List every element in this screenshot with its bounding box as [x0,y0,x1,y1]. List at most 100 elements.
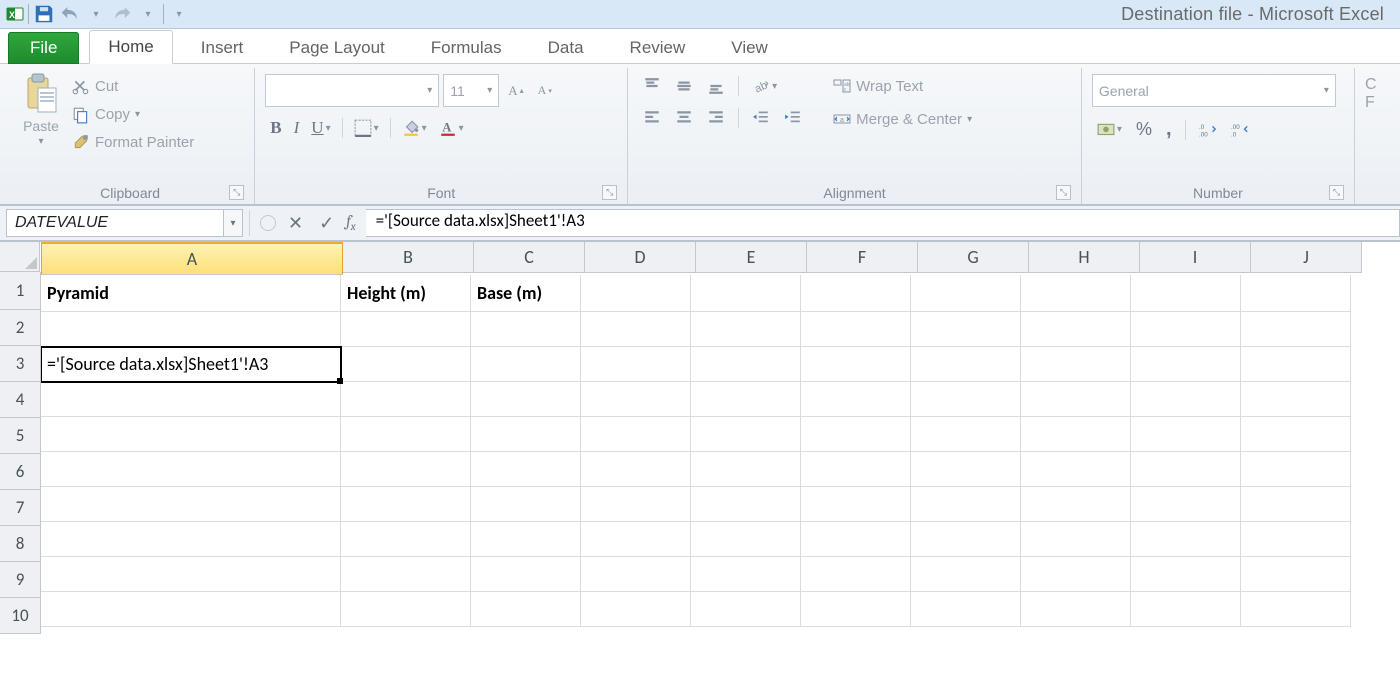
cell-I2[interactable] [1131,312,1241,347]
row-header-1[interactable]: 1 [0,272,41,310]
cell-C7[interactable] [471,487,581,522]
cell-G8[interactable] [911,522,1021,557]
cell-E8[interactable] [691,522,801,557]
cell-C3[interactable] [471,347,581,382]
comma-button[interactable]: , [1161,115,1177,144]
cell-B7[interactable] [341,487,471,522]
tab-review[interactable]: Review [612,32,704,64]
undo-button[interactable] [59,3,81,25]
font-name-selector[interactable]: ▾ [265,74,439,107]
bold-button[interactable]: B [265,115,286,141]
column-header-I[interactable]: I [1140,242,1251,273]
cell-F3[interactable] [801,347,911,382]
merge-center-button[interactable]: a Merge & Center ▾ [833,107,972,132]
cell-E10[interactable] [691,592,801,627]
cancel-formula-button[interactable]: ✕ [284,213,307,234]
percent-button[interactable]: % [1131,116,1157,143]
number-format-selector[interactable]: General▾ [1092,74,1336,107]
cell-D8[interactable] [581,522,691,557]
column-header-C[interactable]: C [474,242,585,273]
cell-D4[interactable] [581,382,691,417]
name-box[interactable]: DATEVALUE [6,209,224,237]
accept-formula-button[interactable]: ✓ [315,213,338,234]
cell-H8[interactable] [1021,522,1131,557]
cut-button[interactable]: Cut [72,74,194,99]
undo-dropdown[interactable]: ▾ [85,3,107,25]
cell-C6[interactable] [471,452,581,487]
cell-C5[interactable] [471,417,581,452]
row-header-2[interactable]: 2 [0,310,41,346]
fx-icon[interactable]: fx [346,212,355,233]
cell-D5[interactable] [581,417,691,452]
cell-F6[interactable] [801,452,911,487]
row-header-4[interactable]: 4 [0,382,41,418]
align-right-button[interactable] [702,106,730,130]
cell-D6[interactable] [581,452,691,487]
orientation-button[interactable]: ab▾ [747,74,782,98]
column-header-B[interactable]: B [343,242,474,273]
cell-I3[interactable] [1131,347,1241,382]
tab-page-layout[interactable]: Page Layout [271,32,402,64]
cell-A2[interactable] [41,312,341,347]
cell-E6[interactable] [691,452,801,487]
cell-A6[interactable] [41,452,341,487]
cell-I7[interactable] [1131,487,1241,522]
save-button[interactable] [33,3,55,25]
worksheet-grid[interactable]: 12345678910 ABCDEFGHIJ PyramidHeight (m)… [0,242,1400,700]
cell-H4[interactable] [1021,382,1131,417]
cell-J1[interactable] [1241,275,1351,312]
underline-button[interactable]: U▾ [306,115,335,141]
cell-B5[interactable] [341,417,471,452]
cell-C10[interactable] [471,592,581,627]
increase-decimal-button[interactable]: .0.00 [1194,118,1222,142]
cell-E1[interactable] [691,275,801,312]
tab-file[interactable]: File [8,32,79,64]
cell-B3[interactable] [341,347,471,382]
cell-I4[interactable] [1131,382,1241,417]
tab-insert[interactable]: Insert [183,32,262,64]
column-header-J[interactable]: J [1251,242,1362,273]
cell-A8[interactable] [41,522,341,557]
select-all-corner[interactable] [0,242,40,272]
cell-H5[interactable] [1021,417,1131,452]
cell-J7[interactable] [1241,487,1351,522]
paste-button[interactable]: Paste ▾ [16,70,66,149]
cell-A4[interactable] [41,382,341,417]
cell-E5[interactable] [691,417,801,452]
tab-view[interactable]: View [713,32,786,64]
column-header-A[interactable]: A [41,242,343,275]
increase-indent-button[interactable] [779,106,807,130]
column-header-E[interactable]: E [696,242,807,273]
cell-A3[interactable]: ='[Source data.xlsx]Sheet1'!A3 [41,347,341,382]
cell-B4[interactable] [341,382,471,417]
cell-B9[interactable] [341,557,471,592]
cell-C9[interactable] [471,557,581,592]
cell-H3[interactable] [1021,347,1131,382]
cell-E7[interactable] [691,487,801,522]
decrease-decimal-button[interactable]: .00.0 [1226,118,1254,142]
cell-F4[interactable] [801,382,911,417]
cell-A7[interactable] [41,487,341,522]
cell-A9[interactable] [41,557,341,592]
italic-button[interactable]: I [289,115,305,141]
increase-font-button[interactable]: A▴ [503,80,528,102]
cell-H9[interactable] [1021,557,1131,592]
align-left-button[interactable] [638,106,666,130]
row-header-5[interactable]: 5 [0,418,41,454]
cell-D3[interactable] [581,347,691,382]
format-painter-button[interactable]: Format Painter [72,130,194,155]
tab-home[interactable]: Home [89,30,172,64]
cell-J9[interactable] [1241,557,1351,592]
cell-D2[interactable] [581,312,691,347]
copy-button[interactable]: Copy ▾ [72,102,194,127]
cell-I6[interactable] [1131,452,1241,487]
cell-A1[interactable]: Pyramid [41,275,341,312]
cell-G6[interactable] [911,452,1021,487]
cell-J4[interactable] [1241,382,1351,417]
cell-F10[interactable] [801,592,911,627]
font-size-selector[interactable]: 11▾ [443,74,499,107]
cell-G5[interactable] [911,417,1021,452]
cell-J8[interactable] [1241,522,1351,557]
align-middle-button[interactable] [670,74,698,98]
cell-B6[interactable] [341,452,471,487]
